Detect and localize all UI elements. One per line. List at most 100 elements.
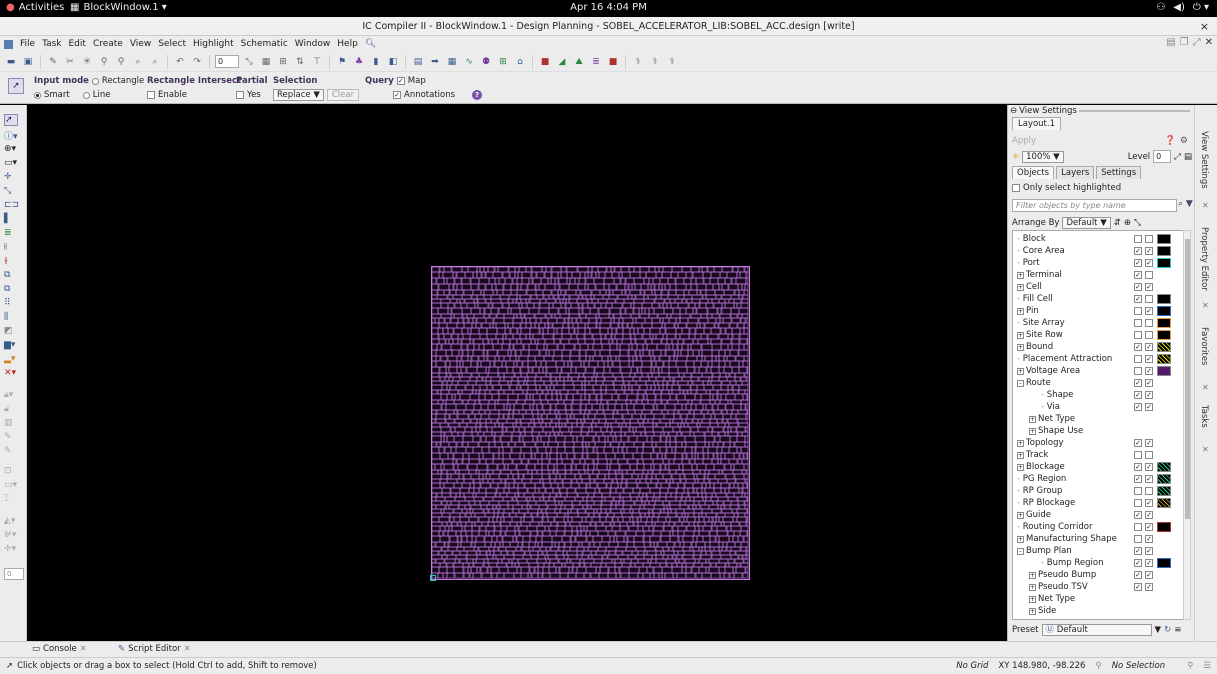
close-icon[interactable]: ✕: [80, 644, 87, 654]
tool-b-icon[interactable]: ⚕: [648, 55, 662, 69]
close-icon[interactable]: ✕: [1202, 201, 1209, 210]
expander-icon[interactable]: +: [1017, 512, 1024, 519]
visible-checkbox[interactable]: [1134, 331, 1142, 339]
tree-row[interactable]: + Net Type: [1013, 413, 1173, 425]
color-swatch[interactable]: [1157, 462, 1171, 472]
close-icon[interactable]: ✕: [1202, 383, 1209, 392]
selectable-checkbox[interactable]: ✓: [1145, 463, 1153, 471]
move-icon[interactable]: ✛: [4, 171, 24, 183]
edit-icon[interactable]: ✎: [4, 431, 24, 443]
visible-checkbox[interactable]: ✓: [1134, 511, 1142, 519]
fix-icon[interactable]: ▥: [4, 417, 24, 429]
visible-checkbox[interactable]: ✓: [1134, 247, 1142, 255]
level-apply-icon[interactable]: ⤢: [1174, 152, 1181, 162]
expander-icon[interactable]: +: [1017, 536, 1024, 543]
find2-icon[interactable]: ⌕: [148, 55, 162, 69]
visible-checkbox[interactable]: ✓: [1134, 403, 1142, 411]
layout-canvas[interactable]: [27, 105, 1007, 641]
scroll-thumb[interactable]: [1185, 239, 1190, 519]
flag-icon[interactable]: ⚑: [335, 55, 349, 69]
smart-radio[interactable]: [34, 91, 41, 99]
selectable-checkbox[interactable]: [1145, 487, 1153, 495]
menu-file[interactable]: File: [20, 39, 35, 49]
color-swatch[interactable]: [1157, 354, 1171, 364]
value-box[interactable]: 0: [4, 568, 24, 580]
box-icon[interactable]: ▭▾: [4, 479, 24, 491]
selectable-checkbox[interactable]: ✓: [1145, 283, 1153, 291]
asterisk-icon[interactable]: ✳: [80, 55, 94, 69]
list-status-icon[interactable]: ☰: [1203, 661, 1211, 671]
tree-row[interactable]: - RP Blockage ✓: [1013, 497, 1173, 509]
chart-icon[interactable]: ◢: [555, 55, 569, 69]
visible-checkbox[interactable]: ✓: [1134, 283, 1142, 291]
side-tab-favorites[interactable]: Favorites: [1199, 327, 1209, 365]
menu-schematic[interactable]: Schematic: [241, 39, 288, 49]
selectable-checkbox[interactable]: ✓: [1145, 403, 1153, 411]
color-swatch[interactable]: [1157, 342, 1171, 352]
tree-row[interactable]: + Topology ✓ ✓: [1013, 437, 1173, 449]
expander-icon[interactable]: +: [1029, 416, 1036, 423]
selectable-checkbox[interactable]: ✓: [1145, 343, 1153, 351]
expander-icon[interactable]: +: [1017, 368, 1024, 375]
preset-arrow-icon[interactable]: ▼: [1155, 625, 1162, 635]
close-icon[interactable]: ✕: [1205, 37, 1213, 48]
array-icon[interactable]: ⠿: [4, 297, 24, 309]
selectable-checkbox[interactable]: ✓: [1145, 559, 1153, 567]
tree-row[interactable]: + Blockage ✓ ✓: [1013, 461, 1173, 473]
visible-checkbox[interactable]: ✓: [1134, 343, 1142, 351]
table-icon[interactable]: ⊞: [496, 55, 510, 69]
color-swatch[interactable]: [1157, 258, 1171, 268]
tree-row[interactable]: + Guide ✓ ✓: [1013, 509, 1173, 521]
selection-dropdown[interactable]: Replace ▼: [273, 89, 324, 101]
tree-row[interactable]: + Pin ✓: [1013, 305, 1173, 317]
expander-icon[interactable]: +: [1017, 452, 1024, 459]
visible-checkbox[interactable]: [1134, 319, 1142, 327]
expander-icon[interactable]: +: [1017, 308, 1024, 315]
visible-checkbox[interactable]: [1134, 307, 1142, 315]
selectable-checkbox[interactable]: ✓: [1145, 259, 1153, 267]
align-icon[interactable]: ⊏⊐: [4, 199, 24, 211]
close-icon[interactable]: ✕: [184, 644, 191, 654]
color-swatch[interactable]: [1157, 318, 1171, 328]
help-icon[interactable]: ?: [472, 90, 483, 100]
selectable-checkbox[interactable]: ✓: [1145, 583, 1153, 591]
drc-icon[interactable]: ■: [538, 55, 552, 69]
volume-icon[interactable]: ◀): [1173, 2, 1185, 13]
tree-row[interactable]: + Cell ✓ ✓: [1013, 281, 1173, 293]
collapse-icon[interactable]: ⊖: [1010, 106, 1017, 116]
copy-icon[interactable]: ⧉: [4, 283, 24, 295]
tree-row[interactable]: - Fill Cell ✓: [1013, 293, 1173, 305]
visible-checkbox[interactable]: ✓: [1134, 271, 1142, 279]
expander-icon[interactable]: +: [1017, 344, 1024, 351]
tab-objects[interactable]: Objects: [1012, 166, 1055, 179]
selectable-checkbox[interactable]: ✓: [1145, 307, 1153, 315]
annotations-checkbox[interactable]: ✓: [393, 91, 401, 99]
filter-input[interactable]: Filter objects by type name: [1012, 199, 1177, 212]
level-list-icon[interactable]: ▤: [1184, 152, 1192, 162]
visible-checkbox[interactable]: [1134, 355, 1142, 363]
color-swatch[interactable]: [1157, 234, 1171, 244]
selectable-checkbox[interactable]: ✓: [1145, 499, 1153, 507]
visible-checkbox[interactable]: ✓: [1134, 391, 1142, 399]
help-icon[interactable]: ❓: [1165, 136, 1176, 146]
layout-tab[interactable]: Layout.1: [1012, 117, 1062, 130]
tree-scrollbar[interactable]: [1183, 230, 1191, 620]
selectable-checkbox[interactable]: ✓: [1145, 511, 1153, 519]
expander-icon[interactable]: -: [1017, 548, 1024, 555]
chip-icon[interactable]: ◧: [386, 55, 400, 69]
color-swatch[interactable]: [1157, 498, 1171, 508]
selectable-checkbox[interactable]: ✓: [1145, 379, 1153, 387]
bar-icon[interactable]: ▮: [369, 55, 383, 69]
selectable-checkbox[interactable]: ✓: [1145, 355, 1153, 363]
power-icon[interactable]: ⏻ ▾: [1193, 2, 1209, 13]
visible-checkbox[interactable]: ✓: [1134, 583, 1142, 591]
selectable-checkbox[interactable]: ✓: [1145, 475, 1153, 483]
color-swatch[interactable]: [1157, 474, 1171, 484]
module-icon[interactable]: ▤: [411, 55, 425, 69]
undock-icon[interactable]: ⤢: [1193, 37, 1201, 48]
chart-tool-icon[interactable]: ▆▾: [4, 339, 24, 351]
unlock-icon[interactable]: 🔓︎: [4, 403, 24, 415]
merge-icon[interactable]: ◩: [4, 325, 24, 337]
tree-row[interactable]: + Voltage Area ✓: [1013, 365, 1173, 377]
selectable-checkbox[interactable]: ✓: [1145, 367, 1153, 375]
